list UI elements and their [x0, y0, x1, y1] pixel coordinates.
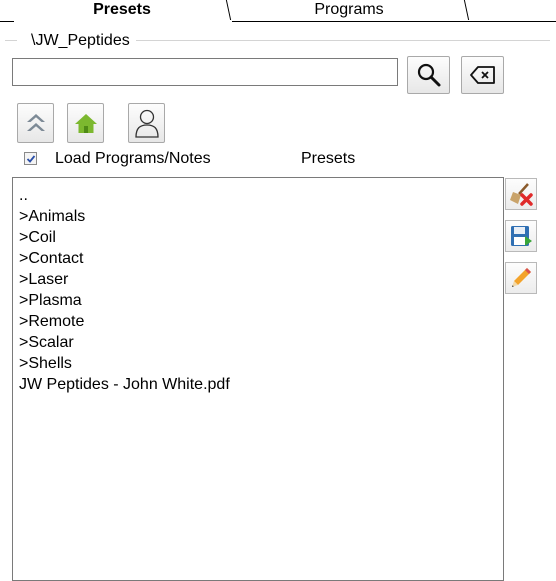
tab-extra[interactable]	[468, 0, 556, 22]
navigate-up-button[interactable]	[17, 103, 54, 143]
floppy-save-icon	[511, 226, 532, 246]
tab-divider	[232, 21, 556, 22]
home-button[interactable]	[67, 103, 104, 143]
preset-list[interactable]: .. >Animals >Coil >Contact >Laser >Plasm…	[12, 177, 504, 581]
double-chevron-up-icon	[26, 114, 45, 131]
list-item[interactable]: >Shells	[19, 353, 230, 374]
backspace-clear-icon	[469, 66, 495, 84]
pencil-edit-icon	[512, 268, 531, 287]
load-programs-checkbox[interactable]	[24, 152, 37, 165]
delete-button[interactable]	[505, 178, 537, 210]
tab-divider	[0, 21, 14, 22]
home-icon	[74, 114, 97, 133]
current-path-label: \JW_Peptides	[17, 32, 136, 50]
list-item[interactable]: >Contact	[19, 248, 230, 269]
checkmark-icon	[26, 154, 35, 163]
list-item[interactable]: >Plasma	[19, 290, 230, 311]
tab-presets[interactable]: Presets	[14, 0, 230, 22]
tab-bar: Presets Programs	[0, 0, 556, 22]
clear-search-button[interactable]	[461, 56, 504, 94]
user-icon	[134, 109, 159, 138]
broom-delete-icon	[510, 183, 533, 206]
preset-list-items: .. >Animals >Coil >Contact >Laser >Plasm…	[19, 185, 230, 395]
search-button[interactable]	[407, 56, 450, 94]
list-item[interactable]: >Laser	[19, 269, 230, 290]
magnifier-icon	[417, 63, 440, 87]
search-input[interactable]	[12, 58, 398, 86]
load-programs-label[interactable]: Load Programs/Notes	[55, 150, 211, 168]
list-item[interactable]: >Remote	[19, 311, 230, 332]
list-item[interactable]: >Animals	[19, 206, 230, 227]
save-button[interactable]	[505, 220, 537, 252]
user-button[interactable]	[128, 103, 165, 143]
presets-label: Presets	[301, 150, 356, 167]
edit-button[interactable]	[505, 262, 537, 294]
list-item[interactable]: >Coil	[19, 227, 230, 248]
list-item[interactable]: >Scalar	[19, 332, 230, 353]
list-item[interactable]: JW Peptides - John White.pdf	[19, 374, 230, 395]
list-item[interactable]: ..	[19, 185, 230, 206]
tab-programs[interactable]: Programs	[228, 0, 470, 22]
